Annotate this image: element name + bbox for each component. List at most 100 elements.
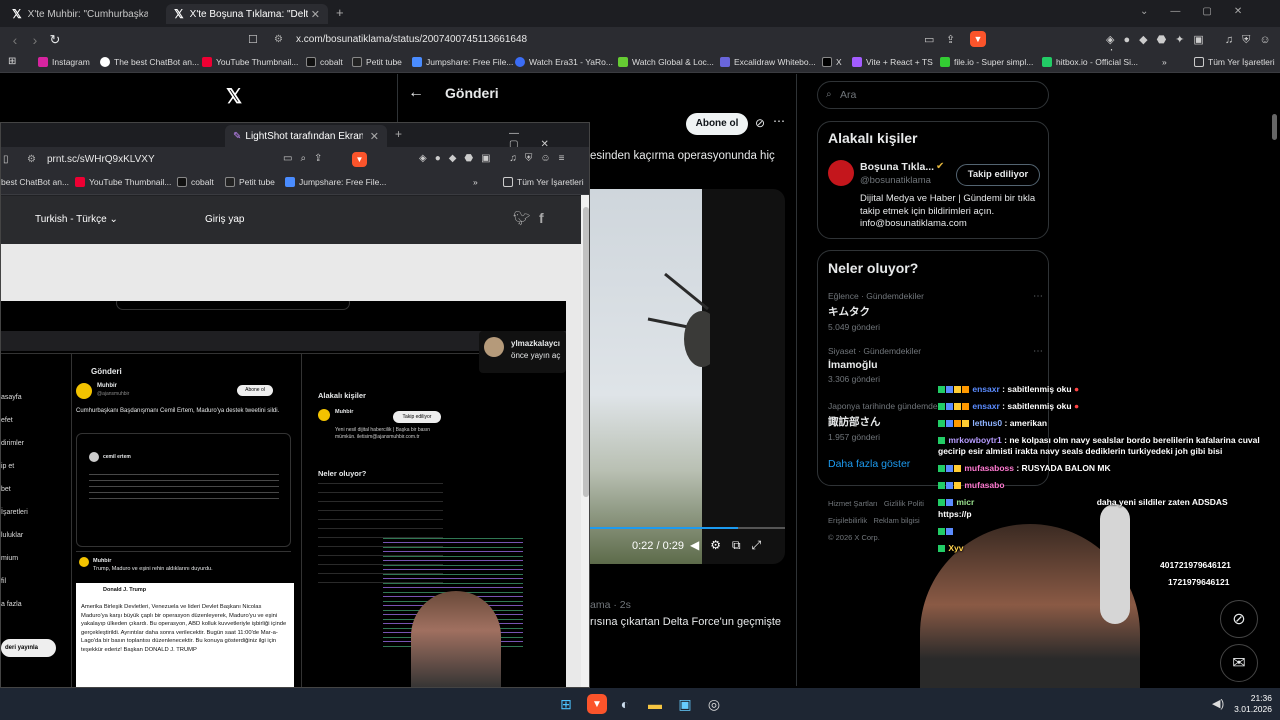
show-more-link[interactable]: Daha fazla göster bbox=[828, 458, 910, 470]
bookmark-icon[interactable]: ▯ bbox=[3, 154, 9, 165]
avatar[interactable] bbox=[828, 160, 854, 186]
video-time: 0:22 / 0:29 bbox=[632, 540, 684, 552]
login-link[interactable]: Giriş yap bbox=[205, 214, 244, 225]
url-field[interactable]: ⚙ x.com/bosunatiklama/status/20074007451… bbox=[270, 31, 990, 49]
back-arrow-icon[interactable]: ← bbox=[408, 84, 424, 102]
obs-icon[interactable]: ◎ bbox=[704, 694, 724, 714]
bookmark-x[interactable]: X bbox=[822, 57, 842, 67]
photos-icon[interactable]: ▣ bbox=[675, 694, 695, 714]
inner-muhbir2-text: Trump, Maduro ve eşini rehin aldıklarını… bbox=[93, 566, 213, 572]
new-tab-button[interactable]: + bbox=[395, 127, 402, 141]
all-bookmarks[interactable]: Tüm Yer İşaretleri bbox=[1194, 57, 1275, 67]
chat-message: micr daha yeni sildiler zaten ADSDAS bbox=[938, 497, 1268, 508]
bookmark-icon[interactable]: ☐ bbox=[248, 33, 258, 46]
reload-icon[interactable]: ↻ bbox=[44, 29, 66, 51]
bookmark-youtube-thumbnail[interactable]: YouTube Thumbnail... bbox=[202, 57, 298, 67]
video-progress[interactable] bbox=[590, 527, 785, 529]
chat-message: Xyv bbox=[938, 543, 1268, 554]
all-bookmarks[interactable]: Tüm Yer İşaretleri bbox=[503, 177, 584, 187]
bookmark-era31[interactable]: Watch Era31 - YaRo... bbox=[515, 57, 613, 67]
inner-trends: Neler oluyor? bbox=[318, 469, 367, 478]
grok-button-icon[interactable]: ⊘ bbox=[1220, 600, 1258, 638]
scrollbar[interactable] bbox=[1272, 114, 1277, 140]
reply-text: rısına çıkartan Delta Force'un geçmişte bbox=[590, 616, 782, 628]
inner-side-bio: Yeni nesil dijital habercilik | Başka bi… bbox=[335, 427, 431, 440]
brave-shield-icon[interactable]: ▼ bbox=[970, 31, 986, 47]
clock-date: 3.01.2026 bbox=[1234, 704, 1272, 714]
close-tab-icon[interactable]: ✕ bbox=[370, 130, 379, 143]
search-input[interactable]: ⌕ Ara bbox=[817, 81, 1049, 109]
chat-message: ensaxr : sabitlenmiş oku ● bbox=[938, 401, 1268, 412]
more-icon[interactable]: ⋯ bbox=[773, 114, 785, 128]
bookmark-instagram[interactable]: Instagram bbox=[38, 57, 90, 67]
bookmark-excalidraw[interactable]: Excalidraw Whitebo... bbox=[720, 57, 816, 67]
related-user-bio: Dijital Medya ve Haber | Gündemi bir tık… bbox=[860, 193, 1036, 229]
bookmark-fileio[interactable]: file.io - Super simpl... bbox=[940, 57, 1033, 67]
site-settings-icon[interactable]: ⚙ bbox=[27, 154, 36, 165]
file-explorer-icon[interactable]: ▬ bbox=[645, 694, 665, 714]
popup-tools[interactable]: ▭⌕⇪ bbox=[283, 153, 330, 164]
volume-icon[interactable]: ◀) bbox=[1212, 697, 1224, 710]
bookmark-hitbox[interactable]: hitbox.io - Official Si... bbox=[1042, 57, 1138, 67]
bookmark-youtube-thumbnail[interactable]: YouTube Thumbnail... bbox=[75, 177, 171, 187]
windows-start-icon[interactable]: ⊞ bbox=[557, 695, 575, 713]
brave-shield-icon[interactable]: ▼ bbox=[352, 152, 367, 167]
tweet-video[interactable]: 0:22 / 0:29 ◀⚙⧉⤢ bbox=[590, 189, 785, 564]
bookmark-cobalt[interactable]: cobalt bbox=[306, 57, 343, 67]
column-divider bbox=[796, 74, 797, 686]
browser-tab-bar: 𝕏 X'te Muhbir: "Cumhurbaşkanı Ba 𝕏 X'te … bbox=[0, 0, 1280, 27]
inner-left-nav: asayfa efet dirimler ip et bet İşaretleri lulu… bbox=[1, 394, 28, 608]
screenshot-image[interactable]: Ara asayfaefetdirimlerip etbetİşaretleri… bbox=[1, 301, 566, 687]
chat-message: mufasabo bbox=[938, 480, 1268, 491]
back-icon[interactable]: ‹ bbox=[4, 29, 26, 51]
steam-icon[interactable]: ◐ bbox=[615, 694, 635, 714]
bookmarks-overflow[interactable]: » bbox=[1162, 57, 1167, 67]
forward-icon[interactable]: › bbox=[24, 29, 46, 51]
grok-icon[interactable]: ⊘ bbox=[755, 116, 765, 130]
tweet-text: esinden kaçırma operasyonunda hiç bbox=[590, 150, 775, 162]
popup-tab[interactable]: ✎ LightShot tarafından Ekran Görü ✕ bbox=[225, 125, 387, 147]
system-clock[interactable]: 21:36 3.01.2026 bbox=[1232, 693, 1272, 715]
trend-more-icon[interactable]: ⋯ bbox=[1033, 291, 1043, 302]
popup-url[interactable]: prnt.sc/sWHrQ9xKLVXY bbox=[47, 154, 155, 165]
bookmark-jumpshare[interactable]: Jumpshare: Free File... bbox=[285, 177, 386, 187]
new-tab-button[interactable]: + bbox=[336, 5, 344, 20]
bookmark-jumpshare[interactable]: Jumpshare: Free File... bbox=[412, 57, 513, 67]
video-controls[interactable]: ◀⚙⧉⤢ bbox=[690, 538, 772, 553]
twitter-icon[interactable]: 🐦︎ bbox=[513, 210, 531, 227]
messages-button-icon[interactable]: ✉ bbox=[1220, 644, 1258, 682]
browser-tab-bosuna[interactable]: 𝕏 X'te Boşuna Tıklama: "Delta Forc ✕ bbox=[166, 4, 328, 24]
inner-webcam bbox=[411, 591, 501, 687]
bookmark-chatbot[interactable]: best ChatBot an... bbox=[1, 177, 69, 187]
inner-trump-text: Amerika Birleşik Devletleri, Venezuela v… bbox=[81, 604, 287, 653]
cast-icon[interactable]: ▭ bbox=[924, 33, 934, 46]
popup-scrollbar[interactable] bbox=[581, 195, 589, 687]
browser-tab-muhbir[interactable]: 𝕏 X'te Muhbir: "Cumhurbaşkanı Ba bbox=[4, 4, 164, 24]
chat-message: ensaxr : sabitlenmiş oku ● bbox=[938, 384, 1268, 395]
following-button[interactable]: Takip ediliyor bbox=[956, 164, 1040, 186]
language-select[interactable]: Turkish - Türkçe ⌄ bbox=[35, 214, 118, 225]
trend-item[interactable]: Siyaset · Gündemdekiler İmamoğlu 3.306 g… bbox=[828, 346, 1043, 384]
brave-taskbar-icon[interactable]: ▼ bbox=[587, 694, 607, 714]
bookmark-chatbot[interactable]: The best ChatBot an... bbox=[100, 57, 199, 67]
bookmark-petit-tube[interactable]: Petit tube bbox=[225, 177, 275, 187]
share-icon[interactable]: ⇪ bbox=[946, 33, 955, 46]
facebook-icon[interactable]: f bbox=[539, 210, 544, 226]
x-home-logo-icon[interactable]: 𝕏 bbox=[226, 84, 242, 109]
bookmark-petit-tube[interactable]: Petit tube bbox=[352, 57, 402, 67]
trend-item[interactable]: Eğlence · Gündemdekiler キムタク 5.049 gönde… bbox=[828, 291, 1043, 332]
chat-message: 1721979646121 bbox=[1168, 577, 1230, 587]
bookmark-vite[interactable]: Vite + React + TS bbox=[852, 57, 933, 67]
site-settings-icon[interactable]: ⚙ bbox=[274, 31, 283, 49]
popup-extension-icons[interactable]: ◈●◆⬣▣ ♫⛨☺≡ bbox=[419, 153, 572, 164]
bookmark-cobalt[interactable]: cobalt bbox=[177, 177, 214, 187]
verified-badge-icon: ✔ bbox=[936, 161, 945, 172]
subscribe-button[interactable]: Abone ol bbox=[686, 113, 748, 135]
apps-grid-icon[interactable]: ⊞ bbox=[8, 56, 16, 67]
bookmarks-overflow[interactable]: » bbox=[473, 177, 478, 187]
close-tab-icon[interactable]: ✕ bbox=[311, 8, 320, 21]
chat-message: mrkowboytr1 : ne kolpası olm navy sealsl… bbox=[938, 435, 1260, 456]
related-user-name[interactable]: Boşuna Tıkla... bbox=[860, 161, 934, 173]
trend-more-icon[interactable]: ⋯ bbox=[1033, 346, 1043, 357]
bookmark-global[interactable]: Watch Global & Loc... bbox=[618, 57, 714, 67]
